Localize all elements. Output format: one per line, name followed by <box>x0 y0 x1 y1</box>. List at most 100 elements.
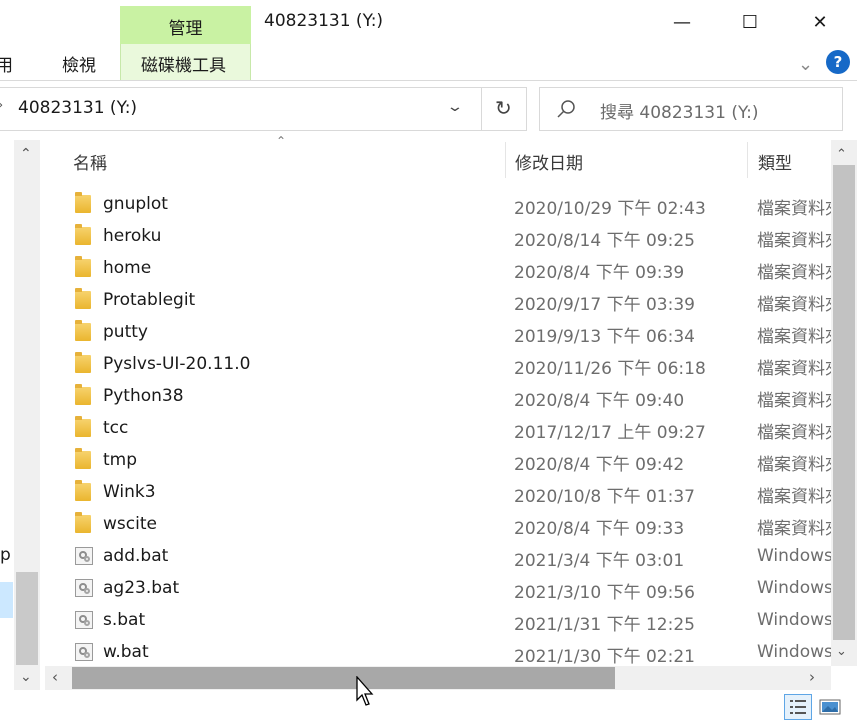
column-header-date[interactable]: 修改日期 <box>515 149 583 174</box>
file-row[interactable]: ag23.bat 2021/3/10 下午 09:56 Windows <box>45 572 831 604</box>
address-dropdown-icon[interactable]: ⌄ <box>446 99 464 115</box>
file-list: gnuplot 2020/10/29 下午 02:43 檔案資料夾 heroku 202… <box>45 188 831 668</box>
scroll-down-icon[interactable]: ⌄ <box>836 644 847 659</box>
breadcrumb[interactable]: 40823131 (Y:) <box>18 98 137 118</box>
file-type: Windows <box>757 546 831 566</box>
expand-ribbon-icon[interactable]: ⌄ <box>798 54 813 75</box>
file-type: 檔案資料夾 <box>757 391 831 411</box>
folder-row[interactable]: wscite 2020/8/4 下午 09:33 檔案資料夾 <box>45 508 831 540</box>
file-type: 檔案資料夾 <box>757 519 831 539</box>
horizontal-scroll-thumb[interactable] <box>72 667 615 689</box>
tab-view[interactable]: 檢視 <box>62 51 96 76</box>
column-header-name[interactable]: 名稱 <box>73 149 107 174</box>
folder-icon <box>75 384 91 405</box>
vertical-scroll-thumb[interactable] <box>833 165 855 640</box>
file-name: s.bat <box>103 610 146 630</box>
window-title: 40823131 (Y:) <box>264 11 384 31</box>
file-date-modified: 2017/12/17 上午 09:27 <box>514 423 706 443</box>
file-name: heroku <box>103 226 162 246</box>
folder-row[interactable]: gnuplot 2020/10/29 下午 02:43 檔案資料夾 <box>45 188 831 220</box>
batch-file-icon <box>75 547 93 565</box>
mouse-cursor-icon <box>356 676 374 706</box>
file-row[interactable]: s.bat 2021/1/31 下午 12:25 Windows <box>45 604 831 636</box>
file-date-modified: 2020/8/4 下午 09:40 <box>514 391 685 411</box>
file-date-modified: 2020/8/14 下午 09:25 <box>514 231 695 251</box>
file-name: Protablegit <box>103 290 196 310</box>
tab-drive-tools[interactable]: 磁碟機工具 <box>141 51 226 76</box>
file-type: Windows <box>757 578 831 598</box>
folder-row[interactable]: Protablegit 2020/9/17 下午 03:39 檔案資料夾 <box>45 284 831 316</box>
folder-row[interactable]: home 2020/8/4 下午 09:39 檔案資料夾 <box>45 252 831 284</box>
scroll-right-icon[interactable]: › <box>809 668 815 686</box>
file-name: w.bat <box>103 642 149 662</box>
folder-icon <box>75 320 91 341</box>
folder-icon <box>75 352 91 373</box>
file-date-modified: 2020/10/8 下午 01:37 <box>514 487 695 507</box>
file-type: Windows <box>757 642 831 662</box>
folder-row[interactable]: tcc 2017/12/17 上午 09:27 檔案資料夾 <box>45 412 831 444</box>
maximize-icon: ☐ <box>741 11 759 33</box>
breadcrumb-chevron-icon[interactable]: › <box>0 98 3 113</box>
file-date-modified: 2019/9/13 下午 06:34 <box>514 327 695 347</box>
folder-icon <box>75 512 91 533</box>
file-date-modified: 2020/10/29 下午 02:43 <box>514 199 706 219</box>
folder-row[interactable]: Pyslvs-UI-20.11.0 2020/11/26 下午 06:18 檔案資料… <box>45 348 831 380</box>
nav-scroll-up-icon[interactable]: ⌃ <box>20 146 32 162</box>
nav-item-partial[interactable]: p <box>0 545 11 565</box>
file-type: 檔案資料夾 <box>757 487 831 507</box>
address-separator <box>481 88 482 130</box>
close-icon: ✕ <box>812 11 828 33</box>
folder-icon <box>75 416 91 437</box>
column-separator[interactable] <box>505 142 506 178</box>
folder-row[interactable]: Python38 2020/8/4 下午 09:40 檔案資料夾 <box>45 380 831 412</box>
search-icon <box>557 100 575 118</box>
nav-scroll-thumb[interactable] <box>16 572 38 665</box>
ribbon-divider <box>0 80 857 81</box>
large-icons-view-icon[interactable] <box>818 697 842 717</box>
folder-row[interactable]: tmp 2020/8/4 下午 09:42 檔案資料夾 <box>45 444 831 476</box>
file-type: 檔案資料夾 <box>757 199 831 219</box>
nav-item-selected[interactable] <box>0 582 13 618</box>
file-date-modified: 2020/8/4 下午 09:42 <box>514 455 685 475</box>
file-date-modified: 2020/9/17 下午 03:39 <box>514 295 695 315</box>
tab-share[interactable]: 用 <box>0 51 13 76</box>
refresh-icon[interactable]: ↻ <box>495 96 512 120</box>
file-name: home <box>103 258 152 278</box>
batch-file-icon <box>75 643 93 661</box>
file-name: add.bat <box>103 546 169 566</box>
file-name: Wink3 <box>103 482 156 502</box>
maximize-button[interactable]: ☐ <box>715 0 785 44</box>
help-icon[interactable]: ? <box>826 50 850 74</box>
file-type: 檔案資料夾 <box>757 295 831 315</box>
context-tab-label: 管理 <box>168 19 203 39</box>
file-date-modified: 2021/1/31 下午 12:25 <box>514 615 695 635</box>
file-type: 檔案資料夾 <box>757 359 831 379</box>
file-name: wscite <box>103 514 157 534</box>
nav-scroll-down-icon[interactable]: ⌄ <box>20 669 32 685</box>
batch-file-icon <box>75 611 93 629</box>
file-date-modified: 2021/3/4 下午 03:01 <box>514 551 685 571</box>
close-button[interactable]: ✕ <box>785 0 855 44</box>
file-row[interactable]: add.bat 2021/3/4 下午 03:01 Windows <box>45 540 831 572</box>
folder-row[interactable]: heroku 2020/8/14 下午 09:25 檔案資料夾 <box>45 220 831 252</box>
column-header-type[interactable]: 類型 <box>758 149 792 174</box>
folder-icon <box>75 288 91 309</box>
file-type: 檔案資料夾 <box>757 327 831 347</box>
file-name: Python38 <box>103 386 184 406</box>
column-separator[interactable] <box>747 142 748 178</box>
folder-icon <box>75 224 91 245</box>
search-placeholder: 搜尋 40823131 (Y:) <box>600 103 759 123</box>
details-view-icon <box>790 700 806 714</box>
folder-icon <box>75 256 91 277</box>
file-name: gnuplot <box>103 194 168 214</box>
file-date-modified: 2020/8/4 下午 09:33 <box>514 519 685 539</box>
file-row[interactable]: w.bat 2021/1/30 下午 02:21 Windows <box>45 636 831 668</box>
file-type: Windows <box>757 610 831 630</box>
file-date-modified: 2020/11/26 下午 06:18 <box>514 359 706 379</box>
minimize-button[interactable]: — <box>647 0 717 44</box>
folder-row[interactable]: Wink3 2020/10/8 下午 01:37 檔案資料夾 <box>45 476 831 508</box>
scroll-up-icon[interactable]: ⌃ <box>836 147 847 162</box>
folder-row[interactable]: putty 2019/9/13 下午 06:34 檔案資料夾 <box>45 316 831 348</box>
scroll-left-icon[interactable]: ‹ <box>52 668 58 686</box>
details-view-button[interactable] <box>784 694 812 720</box>
